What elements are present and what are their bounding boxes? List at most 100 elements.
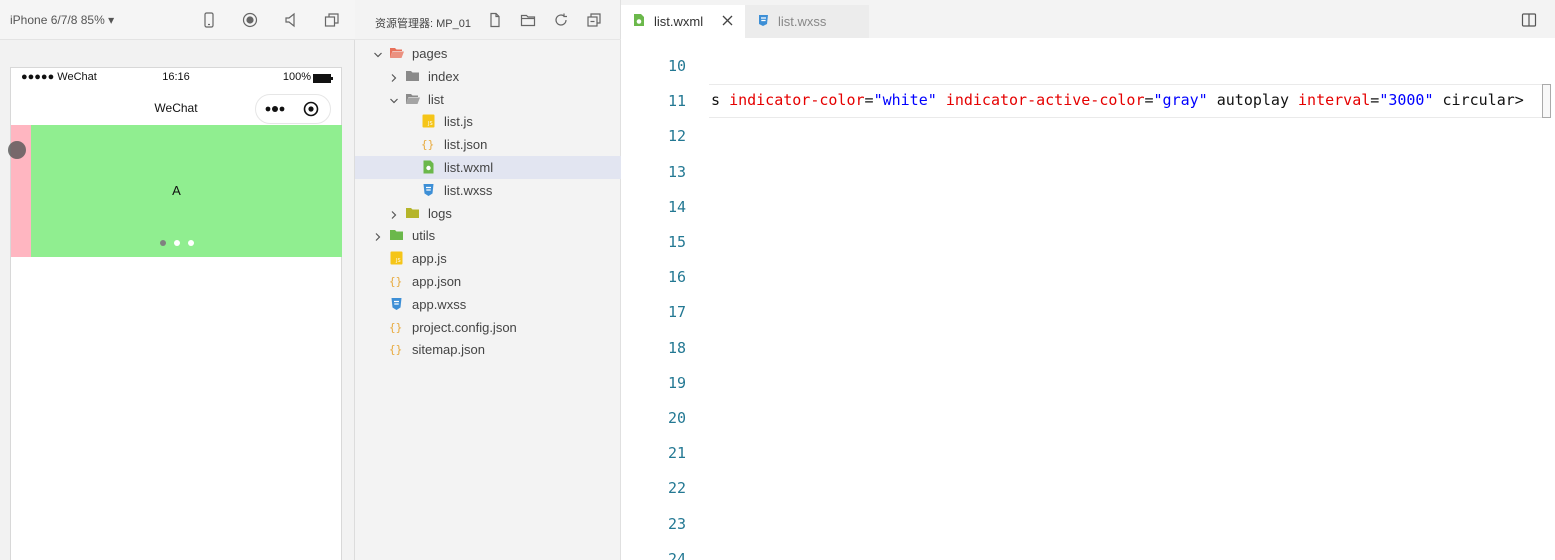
json-file-icon: {}: [421, 137, 436, 151]
folder-icon: [405, 69, 420, 83]
tree-item-label: pages: [412, 46, 448, 61]
line-number: 18: [667, 338, 686, 357]
wxml-file-icon: [421, 160, 436, 174]
line-number: 14: [667, 197, 686, 216]
line-number: 19: [667, 373, 686, 392]
capsule-menu: [255, 94, 331, 124]
tree-item-index[interactable]: index: [355, 65, 621, 88]
refresh-icon[interactable]: [553, 12, 569, 28]
svg-text:{}: {}: [389, 275, 402, 288]
svg-text:{}: {}: [389, 343, 402, 356]
tree-item-app-json[interactable]: {} app.json: [355, 270, 621, 293]
line-number: 11: [667, 92, 686, 111]
battery-percent: 100%: [282, 71, 311, 83]
tree-item-label: app.js: [412, 251, 447, 267]
svg-text:{}: {}: [421, 138, 434, 151]
chevron-down-icon[interactable]: [389, 94, 399, 104]
json-file-icon: {}: [389, 342, 404, 356]
tree-item-sitemap-json[interactable]: {} sitemap.json: [355, 338, 621, 361]
text-cursor: [1542, 84, 1551, 118]
code-string: "3000": [1379, 91, 1434, 109]
tree-item-label: logs: [428, 205, 452, 221]
tab-label: list.wxml: [654, 14, 704, 29]
tree-item-logs[interactable]: logs: [355, 202, 621, 225]
swiper[interactable]: A: [11, 125, 342, 257]
tree-item-list-wxml[interactable]: list.wxml: [355, 155, 621, 179]
tree-item-label: index: [428, 68, 460, 84]
battery-icon: [313, 74, 333, 83]
tree-item-app-wxss[interactable]: app.wxss: [355, 293, 621, 316]
folder-open-icon: [405, 92, 420, 106]
tree-item-project-config-json[interactable]: {} project.config.json: [355, 316, 621, 339]
line-number: 22: [667, 479, 686, 498]
swiper-dot[interactable]: [173, 240, 180, 246]
new-file-icon[interactable]: [487, 12, 503, 28]
folder-icon: [389, 228, 404, 242]
folder-icon: [405, 206, 420, 220]
tree-item-label: list.js: [444, 114, 473, 130]
file-tree: pages index list JS list.js {} list.json list.w…: [355, 42, 621, 361]
tree-item-label: app.wxss: [412, 296, 467, 312]
editor-tab-bar: list.wxml list.wxss: [621, 0, 1555, 38]
code-line[interactable]: s indicator-color="white" indicator-acti…: [711, 91, 1524, 109]
close-icon[interactable]: [721, 14, 734, 27]
phone-icon[interactable]: [200, 11, 218, 29]
line-number: 17: [667, 303, 686, 322]
wxss-file-icon: [421, 183, 436, 197]
tree-item-label: sitemap.json: [412, 342, 485, 358]
chevron-right-icon[interactable]: [389, 208, 399, 219]
code-text: s: [711, 91, 730, 109]
wxss-file-icon: [389, 297, 404, 311]
tree-item-list-js[interactable]: JS list.js: [355, 110, 621, 133]
chevron-right-icon[interactable]: [373, 230, 383, 242]
tree-item-list[interactable]: list: [355, 88, 621, 111]
tree-item-pages[interactable]: pages: [355, 42, 621, 65]
line-number: 13: [667, 162, 686, 181]
tree-item-label: list.json: [444, 137, 488, 153]
volume-icon[interactable]: [282, 11, 300, 29]
tree-item-list-wxss[interactable]: list.wxss: [355, 179, 621, 202]
code-text: =: [1370, 91, 1380, 109]
js-file-icon: JS: [389, 251, 404, 265]
more-icon[interactable]: [256, 95, 294, 123]
explorer-title: 资源管理器: MP_01: [375, 18, 471, 30]
chevron-right-icon[interactable]: [389, 71, 399, 82]
code-text: =: [1144, 91, 1154, 109]
svg-text:JS: JS: [395, 258, 401, 264]
tab-list-wxml[interactable]: list.wxml: [621, 5, 745, 38]
swiper-dot[interactable]: [159, 240, 166, 246]
tree-item-label: project.config.json: [412, 319, 517, 335]
code-text: =: [864, 91, 874, 109]
tree-item-utils[interactable]: utils: [355, 224, 621, 247]
line-number: 23: [667, 514, 686, 533]
record-icon[interactable]: [241, 11, 259, 29]
split-editor-icon[interactable]: [1521, 12, 1537, 28]
detach-window-icon[interactable]: [323, 11, 341, 29]
line-number: 16: [667, 268, 686, 287]
line-number: 12: [667, 127, 686, 146]
code-text: circular>: [1433, 91, 1524, 109]
line-number: 24: [667, 549, 686, 560]
device-select[interactable]: iPhone 6/7/8 85% ▾: [10, 13, 114, 27]
tab-label: list.wxss: [778, 14, 827, 29]
close-miniprogram-icon[interactable]: [292, 95, 330, 123]
line-number-gutter: 10 11 12 13 14 15 16 17 18 19 20 21 22 23 24: [621, 38, 706, 560]
line-number: 20: [667, 409, 686, 427]
tree-item-label: list: [428, 91, 444, 107]
code-attribute: interval: [1298, 91, 1371, 109]
collapse-all-icon[interactable]: [586, 12, 602, 28]
tree-item-app-js[interactable]: JS app.js: [355, 247, 621, 270]
tree-item-label: list.wxml: [444, 159, 494, 175]
file-explorer: 资源管理器: MP_01 pages index list JS list.js {} li…: [355, 0, 621, 560]
chevron-down-icon[interactable]: [373, 48, 383, 58]
svg-text:JS: JS: [427, 121, 433, 127]
js-file-icon: JS: [421, 114, 436, 128]
tab-list-wxss[interactable]: list.wxss: [745, 5, 869, 38]
swiper-slide-label: A: [172, 183, 181, 198]
code-string: "gray": [1153, 91, 1208, 109]
swiper-dot[interactable]: [187, 240, 194, 246]
new-folder-icon[interactable]: [520, 12, 536, 28]
tree-item-label: app.json: [412, 273, 462, 289]
tree-item-list-json[interactable]: {} list.json: [355, 133, 621, 156]
